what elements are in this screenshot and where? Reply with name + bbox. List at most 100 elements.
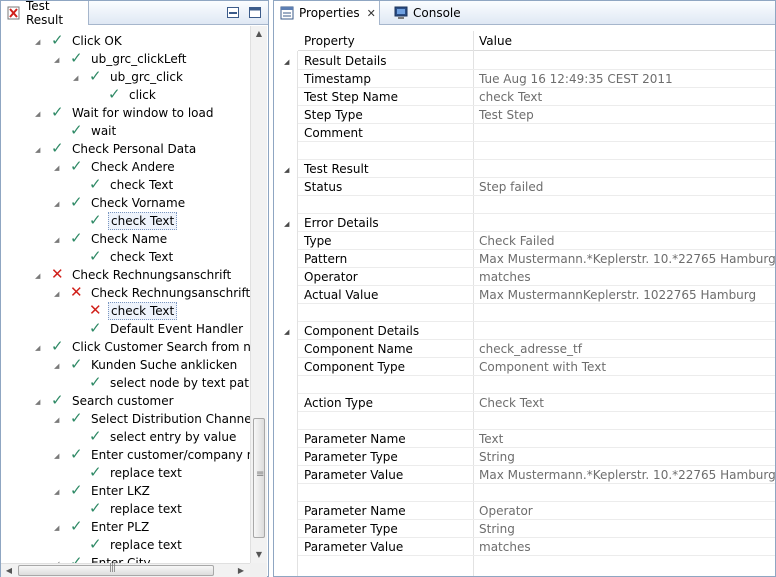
expand-collapse-icon[interactable]: ◢ [73,74,81,82]
expand-collapse-icon[interactable]: ◢ [284,328,292,336]
tree-horizontal-scrollbar[interactable]: ◀ ▶ [1,563,250,577]
tree-item[interactable]: ◢ Enter customer/company nan [54,445,250,464]
column-header-value[interactable]: Value [473,31,775,51]
passed-check-icon [70,49,84,67]
property-category-row[interactable]: ◢ Component Details [284,322,775,340]
scroll-left-icon[interactable]: ◀ [1,564,17,577]
expand-collapse-icon[interactable]: ◢ [54,488,62,496]
property-row[interactable]: Parameter Value matches [298,538,775,556]
expand-collapse-icon[interactable]: ◢ [35,146,43,154]
property-row[interactable]: Step Type Test Step [298,106,775,124]
tree-item[interactable]: ◢ Click Customer Search from nav t [35,337,250,356]
property-name: Step Type [304,108,363,122]
tree-item[interactable]: ◢ Wait for window to load [35,103,215,122]
expand-collapse-icon[interactable]: ◢ [54,56,62,64]
minimize-icon[interactable] [226,6,240,19]
column-header-property[interactable]: Property [298,31,473,51]
property-category-row[interactable]: ◢ Error Details [284,214,775,232]
tree-item[interactable]: replace text [89,499,184,518]
tree-item[interactable]: ◢ Enter LKZ [54,481,152,500]
tree-item[interactable]: ◢ Enter PLZ [54,517,151,536]
maximize-icon[interactable] [248,6,262,19]
tree-item[interactable]: ◢ Check Personal Data [35,139,198,158]
property-row[interactable]: Parameter Type String [298,448,775,466]
property-row[interactable]: Component Type Component with Text [298,358,775,376]
tree-item[interactable]: check Text [89,247,175,266]
property-row[interactable]: Status Step failed [298,178,775,196]
tree-item[interactable]: wait [70,121,118,140]
property-name: Result Details [304,54,387,68]
tree-item[interactable]: ◢ Check Andere [54,157,177,176]
scrollbar-corner [250,563,267,577]
expand-collapse-icon[interactable]: ◢ [284,220,292,228]
expand-collapse-icon[interactable]: ◢ [54,524,62,532]
scroll-thumb-horizontal[interactable] [18,563,214,576]
property-row[interactable]: Timestamp Tue Aug 16 12:49:35 CEST 2011 [298,70,775,88]
expand-collapse-icon[interactable]: ◢ [54,164,62,172]
tree-item[interactable]: replace text [89,463,184,482]
tab-properties[interactable]: Properties ✕ [274,1,380,25]
tree-item[interactable]: replace text [89,535,184,554]
scroll-up-icon[interactable]: ▲ [251,26,267,42]
tree-item[interactable]: ◢ Check Rechnungsanschrift [35,265,233,284]
tree-item[interactable]: check Text [89,175,175,194]
expand-collapse-icon[interactable]: ◢ [54,200,62,208]
property-row[interactable]: Type Check Failed [298,232,775,250]
expand-collapse-icon[interactable]: ◢ [35,38,43,46]
property-row[interactable]: Test Step Name check Text [298,88,775,106]
tree-item[interactable]: check Text [89,301,178,320]
expand-collapse-icon[interactable]: ◢ [54,416,62,424]
expand-collapse-icon[interactable]: ◢ [54,452,62,460]
tree-item[interactable]: ◢ Check Rechnungsanschrift [54,283,250,302]
tab-test-result[interactable]: Test Result [1,0,89,27]
property-row[interactable]: Action Type Check Text [298,394,775,412]
property-category-row[interactable]: ◢ Test Result [284,160,775,178]
expand-collapse-icon[interactable]: ◢ [284,58,292,66]
passed-check-icon [70,193,84,211]
tree-item[interactable]: ◢Enter City [54,553,153,563]
property-row[interactable]: Parameter Type String [298,520,775,538]
property-name: Component Details [304,324,420,338]
tree-item-label: Enter LKZ [91,484,150,498]
expand-collapse-icon[interactable]: ◢ [35,344,43,352]
scroll-thumb[interactable] [253,418,265,538]
tree-item[interactable]: check Text [89,211,178,230]
property-row[interactable]: Parameter Name Operator [298,502,775,520]
property-row[interactable]: Comment [298,124,775,142]
expand-collapse-icon[interactable]: ◢ [284,166,292,174]
tree-item[interactable]: ◢ Check Vorname [54,193,187,212]
test-result-tree[interactable]: ◢ Click OK ◢ ub_grc_clickLeft ◢ ub_grc_clickc… [1,26,250,563]
scroll-right-icon[interactable]: ▶ [233,564,249,577]
tree-item[interactable]: ◢ ub_grc_click [73,67,185,86]
tab-console[interactable]: Console [388,1,464,25]
tree-item[interactable]: ◢ Click OK [35,31,124,50]
property-row[interactable]: Parameter Name Text [298,430,775,448]
tree-item[interactable]: ◢ ub_grc_clickLeft [54,49,189,68]
passed-check-icon [70,229,84,247]
tree-item[interactable]: select entry by value [89,427,238,446]
tree-item[interactable]: ◢ Kunden Suche anklicken [54,355,239,374]
scroll-down-icon[interactable]: ▼ [251,547,267,563]
property-row[interactable]: Actual Value Max MustermannKeplerstr. 102… [298,286,775,304]
expand-collapse-icon[interactable]: ◢ [35,110,43,118]
tree-item[interactable]: ◢ Select Distribution Channel [54,409,250,428]
expand-collapse-icon[interactable]: ◢ [54,236,62,244]
property-category-row[interactable]: ◢ Result Details [284,52,775,70]
tree-item[interactable]: click [108,85,158,104]
tree-item[interactable]: ◢ Search customer [35,391,176,410]
property-row[interactable]: Pattern Max Mustermann.*Keplerstr. 10.*22… [298,250,776,268]
tree-item[interactable]: ◢ Check Name [54,229,169,248]
tree-vertical-scrollbar[interactable]: ▲ ▼ [250,26,267,563]
tree-item[interactable]: select node by text path [89,373,250,392]
tree-item[interactable]: Default Event Handler [89,319,245,338]
property-row[interactable]: Parameter Value Max Mustermann.*Keplerstr… [298,466,776,484]
expand-collapse-icon[interactable]: ◢ [35,398,43,406]
property-row[interactable]: Operator matches [298,268,775,286]
close-icon[interactable]: ✕ [367,7,376,20]
expand-collapse-icon[interactable]: ◢ [35,272,43,280]
properties-table[interactable]: Property Value ◢ Result Details Timestamp T… [274,26,776,576]
expand-collapse-icon[interactable]: ◢ [54,290,62,298]
property-row[interactable]: Component Name check_adresse_tf [298,340,775,358]
tree-item-label: check Text [108,212,178,230]
expand-collapse-icon[interactable]: ◢ [54,362,62,370]
